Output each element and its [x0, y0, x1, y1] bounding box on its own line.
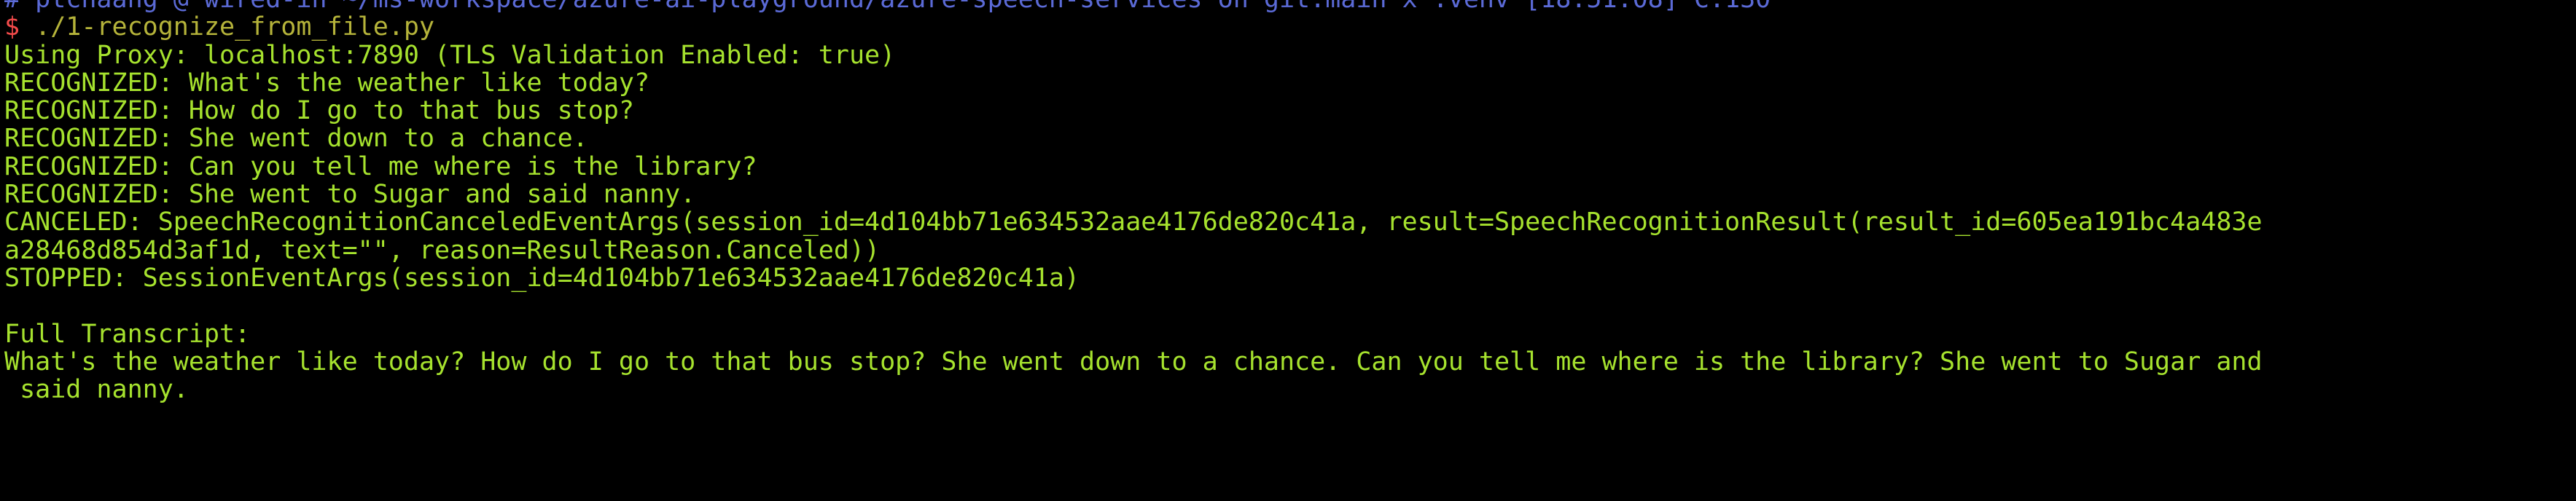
- command-text: ./1-recognize_from_file.py: [35, 12, 435, 42]
- output-line: Using Proxy: localhost:7890 (TLS Validat…: [4, 40, 896, 70]
- prompt-context-line: # ptcnaang @ wired-in ~/ms-workspace/azu…: [4, 0, 2576, 13]
- output-line: Full Transcript:: [4, 319, 251, 349]
- output-line: a28468d854d3af1d, text="", reason=Result…: [4, 235, 881, 265]
- output-line: RECOGNIZED: What's the weather like toda…: [4, 68, 650, 98]
- terminal-window[interactable]: # ptcnaang @ wired-in ~/ms-workspace/azu…: [0, 0, 2576, 501]
- output-line: RECOGNIZED: She went to Sugar and said n…: [4, 180, 696, 210]
- output-line: STOPPED: SessionEventArgs(session_id=4d1…: [4, 263, 1080, 293]
- command-line: $ ./1-recognize_from_file.py: [4, 13, 2576, 41]
- output-line: CANCELED: SpeechRecognitionCanceledEvent…: [4, 208, 2263, 237]
- output-line: What's the weather like today? How do I …: [4, 347, 2263, 376]
- output-line: RECOGNIZED: Can you tell me where is the…: [4, 151, 757, 181]
- terminal-output: # ptcnaang @ wired-in ~/ms-workspace/azu…: [4, 0, 2576, 403]
- output-line: said nanny.: [4, 375, 189, 405]
- output-line: RECOGNIZED: She went down to a chance.: [4, 124, 588, 154]
- prompt-symbol: $: [4, 12, 20, 42]
- output-line: RECOGNIZED: How do I go to that bus stop…: [4, 96, 634, 126]
